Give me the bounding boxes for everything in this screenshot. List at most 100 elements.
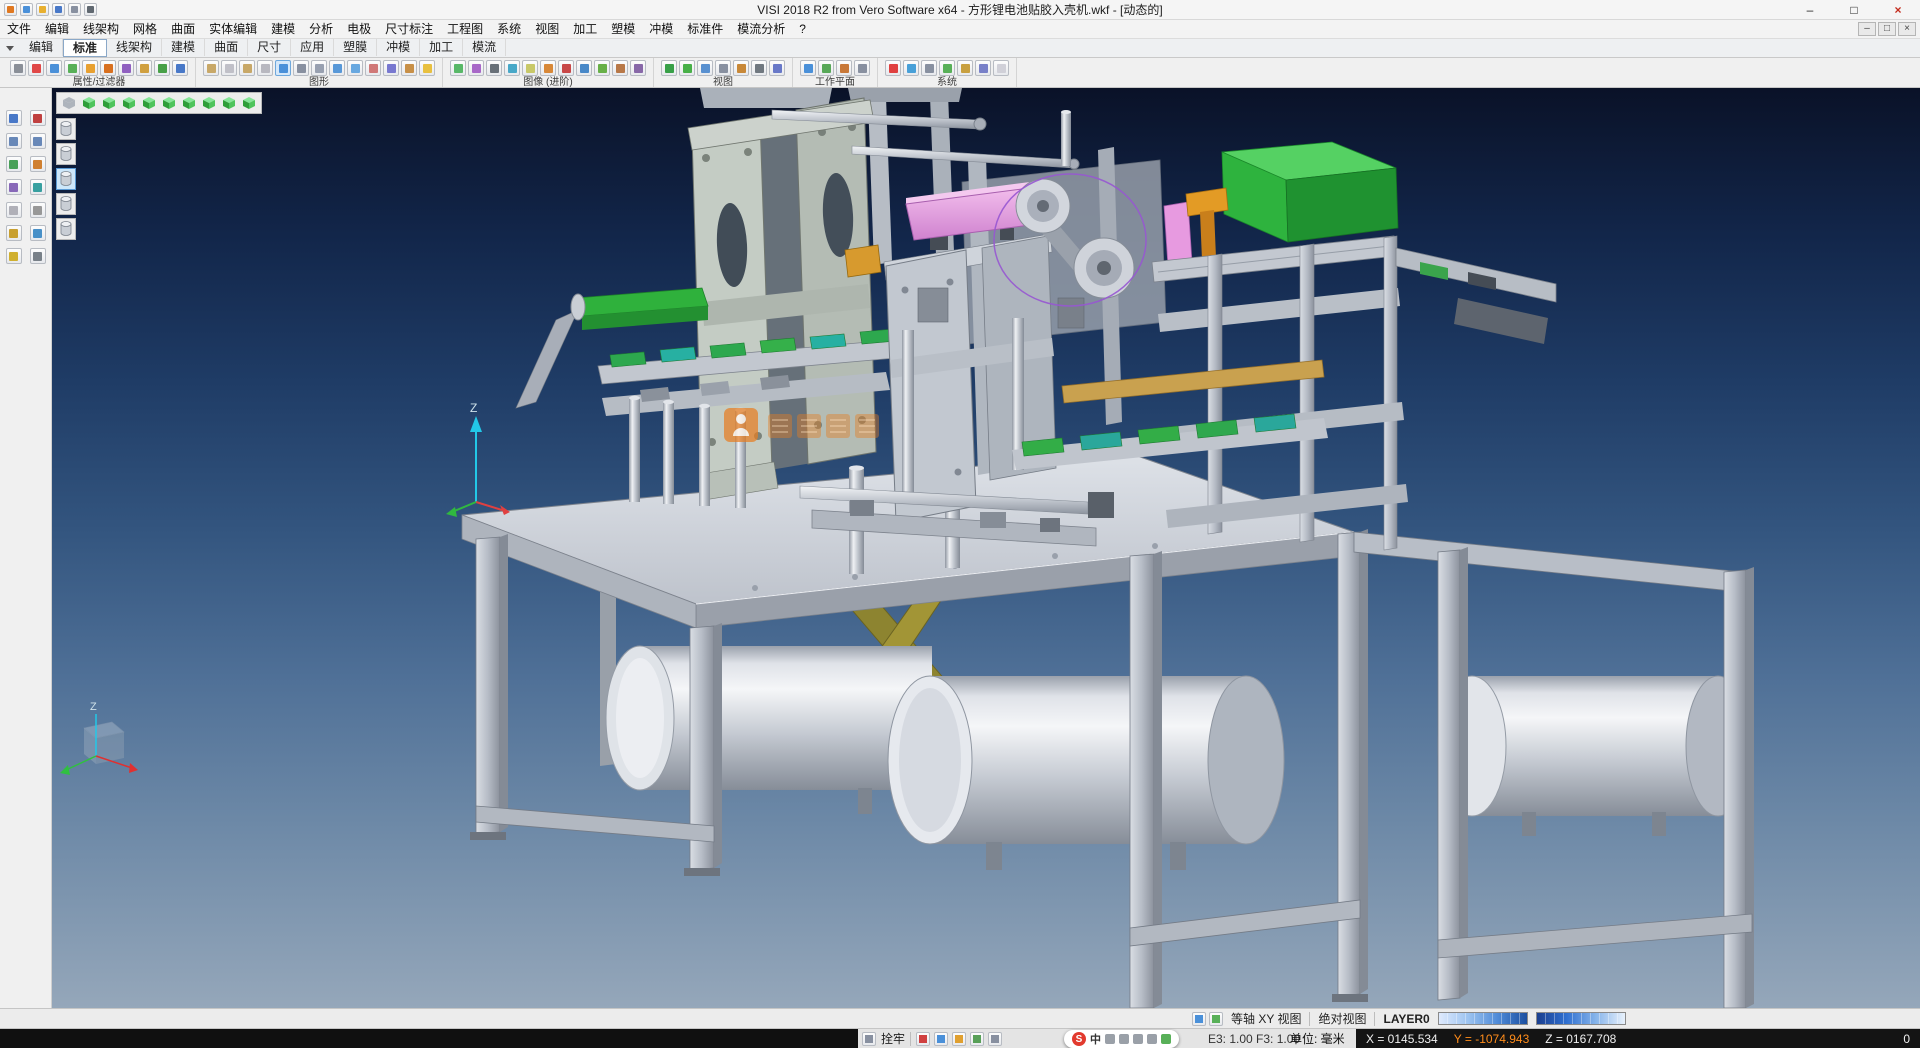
delete-icon[interactable] bbox=[30, 110, 46, 126]
refresh-view-icon[interactable] bbox=[679, 60, 695, 76]
menu-item[interactable]: 冲模 bbox=[642, 20, 680, 38]
snap-icon[interactable] bbox=[934, 1032, 948, 1046]
visi-logo-icon[interactable] bbox=[4, 3, 17, 16]
ambient-icon[interactable] bbox=[522, 60, 538, 76]
camera-icon[interactable] bbox=[751, 60, 767, 76]
tab-modeling[interactable]: 建模 bbox=[162, 39, 205, 56]
ime-mic-icon[interactable] bbox=[1133, 1034, 1143, 1044]
previous-view-icon[interactable] bbox=[715, 60, 731, 76]
filter-all-icon[interactable] bbox=[56, 118, 76, 140]
filter-surfaces-icon[interactable] bbox=[56, 193, 76, 215]
print-icon[interactable] bbox=[10, 60, 26, 76]
ime-toolbox-icon[interactable] bbox=[1161, 1034, 1171, 1044]
material-icon[interactable] bbox=[401, 60, 417, 76]
maximize-button[interactable]: □ bbox=[1832, 0, 1876, 19]
menu-item[interactable]: 线架构 bbox=[76, 20, 126, 38]
color-palette-strip[interactable] bbox=[1536, 1012, 1626, 1025]
tab-standard[interactable]: 标准 bbox=[63, 39, 107, 57]
grid-settings-icon[interactable] bbox=[939, 60, 955, 76]
iso-view-icon[interactable] bbox=[80, 95, 98, 111]
ime-night-icon[interactable] bbox=[1147, 1034, 1157, 1044]
bottom-view-icon[interactable] bbox=[200, 95, 218, 111]
menu-item[interactable]: ? bbox=[792, 20, 813, 38]
mirror-icon[interactable] bbox=[6, 179, 22, 195]
current-view-name[interactable]: 等轴 XY 视图 bbox=[1231, 1010, 1301, 1027]
os-taskbar-peek[interactable] bbox=[0, 1029, 858, 1048]
front-view-icon[interactable] bbox=[120, 95, 138, 111]
view-mode[interactable]: 绝对视图 bbox=[1318, 1010, 1366, 1027]
menu-item[interactable]: 建模 bbox=[264, 20, 302, 38]
machine-3d-model[interactable]: Z Z bbox=[52, 88, 1920, 1008]
ime-logo-icon[interactable]: S bbox=[1072, 1032, 1086, 1046]
info-icon[interactable] bbox=[172, 60, 188, 76]
shadow-icon[interactable] bbox=[486, 60, 502, 76]
axonometric-view-icon[interactable] bbox=[220, 95, 238, 111]
tab-machining[interactable]: 加工 bbox=[420, 39, 463, 56]
workplane-normal-icon[interactable] bbox=[836, 60, 852, 76]
minimize-button[interactable]: – bbox=[1788, 0, 1832, 19]
ime-keyboard-icon[interactable] bbox=[1119, 1034, 1129, 1044]
open-file-icon[interactable] bbox=[36, 3, 49, 16]
color-palette-icon[interactable] bbox=[28, 60, 44, 76]
tab-dimension[interactable]: 尺寸 bbox=[248, 39, 291, 56]
top-view-icon[interactable] bbox=[100, 95, 118, 111]
lock-label[interactable]: 拴牢 bbox=[881, 1030, 905, 1047]
clock-icon[interactable] bbox=[970, 1032, 984, 1046]
color-palette-strip[interactable] bbox=[1438, 1012, 1528, 1025]
quick-render-icon[interactable] bbox=[383, 60, 399, 76]
new-file-icon[interactable] bbox=[20, 3, 33, 16]
shaded-view-icon[interactable] bbox=[275, 60, 291, 76]
lock-icon[interactable] bbox=[862, 1032, 876, 1046]
menu-item[interactable]: 编辑 bbox=[38, 20, 76, 38]
left-view-icon[interactable] bbox=[160, 95, 178, 111]
eyedropper-icon[interactable] bbox=[118, 60, 134, 76]
menu-item[interactable]: 标准件 bbox=[680, 20, 730, 38]
active-layer[interactable]: LAYER0 bbox=[1383, 1012, 1429, 1026]
menu-item[interactable]: 模流分析 bbox=[730, 20, 792, 38]
video-icon[interactable] bbox=[558, 60, 574, 76]
tab-surface[interactable]: 曲面 bbox=[205, 39, 248, 56]
hidden-line-icon[interactable] bbox=[311, 60, 327, 76]
view-lock-icon[interactable] bbox=[1209, 1012, 1223, 1026]
filter-solids-icon[interactable] bbox=[56, 168, 76, 190]
menu-item[interactable]: 曲面 bbox=[164, 20, 202, 38]
mdi-close-button[interactable]: × bbox=[1898, 22, 1916, 36]
line-style-icon[interactable] bbox=[221, 60, 237, 76]
menu-item[interactable]: 加工 bbox=[566, 20, 604, 38]
rotate-view-icon[interactable] bbox=[240, 95, 258, 111]
section-view-icon[interactable] bbox=[365, 60, 381, 76]
filter-wireframe-icon[interactable] bbox=[56, 218, 76, 240]
back-view-icon[interactable] bbox=[180, 95, 198, 111]
brush-icon[interactable] bbox=[136, 60, 152, 76]
render-icon[interactable] bbox=[450, 60, 466, 76]
stereo-glasses-icon[interactable] bbox=[661, 60, 677, 76]
layer-filter-icon[interactable] bbox=[46, 60, 62, 76]
tab-stamping[interactable]: 冲模 bbox=[377, 39, 420, 56]
menu-item[interactable]: 实体编辑 bbox=[202, 20, 264, 38]
chamfer-icon[interactable] bbox=[30, 202, 46, 218]
mdi-minimize-button[interactable]: – bbox=[1858, 22, 1876, 36]
screenshot-icon[interactable] bbox=[540, 60, 556, 76]
trim-icon[interactable] bbox=[6, 133, 22, 149]
zoom-all-icon[interactable] bbox=[697, 60, 713, 76]
perspective-icon[interactable] bbox=[769, 60, 785, 76]
view-orientation-icon[interactable] bbox=[1192, 1012, 1206, 1026]
save-file-icon[interactable] bbox=[52, 3, 65, 16]
measure-image-icon[interactable] bbox=[594, 60, 610, 76]
fillet-icon[interactable] bbox=[6, 202, 22, 218]
menu-item[interactable]: 工程图 bbox=[440, 20, 490, 38]
swap-arrows-icon[interactable] bbox=[154, 60, 170, 76]
help-system-icon[interactable] bbox=[993, 60, 1009, 76]
workplane-3pt-icon[interactable] bbox=[818, 60, 834, 76]
workplane-manager-icon[interactable] bbox=[854, 60, 870, 76]
measure-icon[interactable] bbox=[30, 225, 46, 241]
3d-viewport[interactable]: Z Z bbox=[52, 88, 1920, 1008]
menu-item[interactable]: 分析 bbox=[302, 20, 340, 38]
entity-filter-icon[interactable] bbox=[82, 60, 98, 76]
ime-language-toggle[interactable]: 中 bbox=[1090, 1031, 1101, 1047]
database-icon[interactable] bbox=[957, 60, 973, 76]
circle-style-icon[interactable] bbox=[257, 60, 273, 76]
viewport-layout-icon[interactable] bbox=[60, 95, 78, 111]
right-view-icon[interactable] bbox=[140, 95, 158, 111]
tab-edit[interactable]: 编辑 bbox=[20, 39, 63, 56]
